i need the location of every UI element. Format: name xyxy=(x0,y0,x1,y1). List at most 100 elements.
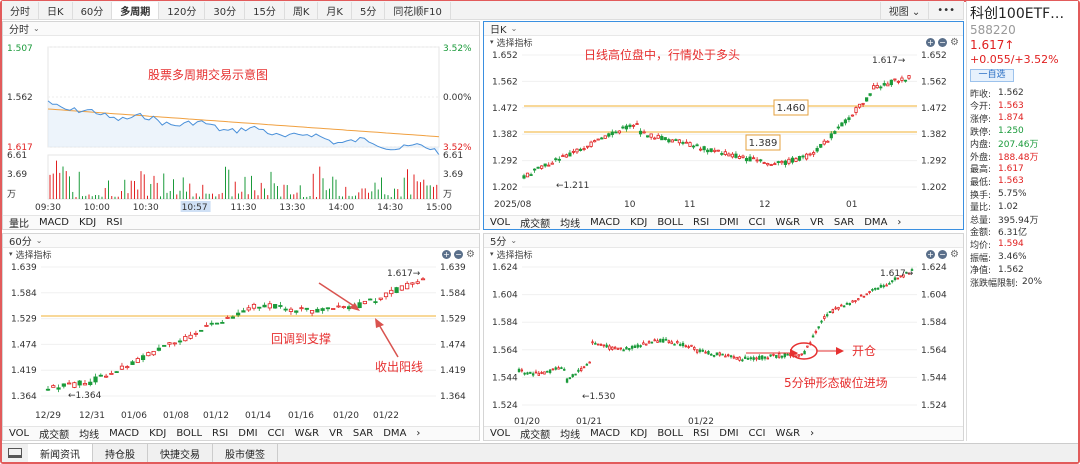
indicator-tab-5[interactable]: BOLL xyxy=(652,217,688,228)
candle-body xyxy=(578,148,583,151)
indicator-tab-10[interactable]: VR xyxy=(805,217,829,228)
indicator-tab-0[interactable]: 量比 xyxy=(3,215,34,229)
indicator-tab-11[interactable]: SAR xyxy=(348,428,378,439)
indicator-tab-8[interactable]: CCI xyxy=(744,428,771,439)
add-watchlist-button[interactable]: 一自选 xyxy=(970,69,1014,82)
indicator-tab-4[interactable]: KDJ xyxy=(625,428,652,439)
chevron-down-icon[interactable]: ⌄ xyxy=(36,236,43,245)
indicator-tab-6[interactable]: RSI xyxy=(688,428,714,439)
indicator-tab-4[interactable]: KDJ xyxy=(625,217,652,228)
minus-icon[interactable]: − xyxy=(454,250,463,259)
x-tick: 01 xyxy=(846,200,857,210)
candle-body xyxy=(394,287,399,293)
indicator-selector[interactable]: ▾ 选择指标 xyxy=(3,248,479,261)
candle-body xyxy=(790,157,795,163)
period-tab-7[interactable]: 周K xyxy=(285,1,319,19)
candle-body xyxy=(724,355,727,358)
indicator-selector[interactable]: ▾ 选择指标 xyxy=(484,248,963,261)
indicator-tab-4[interactable]: KDJ xyxy=(144,428,171,439)
bottom-tab-1[interactable]: 持仓股 xyxy=(93,444,148,462)
indicator-tab-9[interactable]: W&R xyxy=(770,428,805,439)
pointer-arrow xyxy=(377,322,399,358)
daily-kline-chart[interactable]: 1.652 1.652 1.562 1.562 1.472 1.472 1.382 1.382… xyxy=(484,49,964,217)
minus-icon[interactable]: − xyxy=(938,38,947,47)
indicator-tab-9[interactable]: W&R xyxy=(289,428,324,439)
period-tab-8[interactable]: 月K xyxy=(318,1,352,19)
60min-kline-chart[interactable]: 1.639 1.639 1.584 1.584 1.529 1.529 1.474 1.474… xyxy=(3,261,480,428)
period-tab-0[interactable]: 分时 xyxy=(2,1,39,19)
chevron-down-icon[interactable]: ⌄ xyxy=(511,24,518,33)
gear-icon[interactable]: ⚙ xyxy=(950,250,959,260)
indicator-tab-10[interactable]: VR xyxy=(324,428,348,439)
minute-chart[interactable]: 1.507 3.52%1.562 0.00%1.617 3.52%股票多周期交易示意图… xyxy=(3,37,480,217)
indicator-selector[interactable]: ▾ 选择指标 xyxy=(484,36,963,49)
candle-body xyxy=(842,305,846,308)
candle-body xyxy=(743,356,747,359)
indicator-tab-1[interactable]: 成交额 xyxy=(515,215,555,229)
indicator-tab-13[interactable]: › xyxy=(892,217,906,228)
period-tab-5[interactable]: 30分 xyxy=(205,1,246,19)
indicator-tab-2[interactable]: 均线 xyxy=(555,215,585,229)
indicator-tab-7[interactable]: DMI xyxy=(714,428,743,439)
indicator-tab-0[interactable]: VOL xyxy=(484,217,515,228)
indicator-tab-2[interactable]: 均线 xyxy=(555,426,585,440)
candle-body xyxy=(801,155,805,158)
indicator-tab-6[interactable]: RSI xyxy=(688,217,714,228)
indicator-tab-9[interactable]: W&R xyxy=(770,217,805,228)
view-menu-button[interactable]: 视图 ⌄ xyxy=(879,1,930,19)
candle-body xyxy=(794,158,798,162)
gear-icon[interactable]: ⚙ xyxy=(950,38,959,48)
indicator-tab-3[interactable]: MACD xyxy=(585,428,625,439)
indicator-tab-8[interactable]: CCI xyxy=(263,428,290,439)
minus-icon[interactable]: − xyxy=(938,250,947,259)
indicator-tab-2[interactable]: 均线 xyxy=(74,426,104,440)
plus-icon[interactable]: + xyxy=(926,38,935,47)
candle-body xyxy=(257,306,262,309)
period-tab-3[interactable]: 多周期 xyxy=(112,1,160,19)
chevron-down-icon[interactable]: ⌄ xyxy=(33,24,40,33)
candle-body xyxy=(589,141,593,147)
plus-icon[interactable]: + xyxy=(926,250,935,259)
indicator-tab-1[interactable]: 成交额 xyxy=(34,426,74,440)
period-tab-6[interactable]: 15分 xyxy=(245,1,285,19)
indicator-tab-7[interactable]: DMI xyxy=(233,428,262,439)
indicator-tab-13[interactable]: › xyxy=(411,428,425,439)
5min-kline-chart[interactable]: 1.624 1.624 1.604 1.604 1.584 1.584 1.564 1.564… xyxy=(484,261,964,428)
quote-value: 395.94万 xyxy=(998,215,1039,226)
period-tab-2[interactable]: 60分 xyxy=(73,1,113,19)
daily-panel-header: 日K ⌄ xyxy=(484,22,963,36)
plus-icon[interactable]: + xyxy=(442,250,451,259)
period-tab-10[interactable]: 同花顺F10 xyxy=(385,1,451,19)
more-icon[interactable]: ••• xyxy=(929,1,964,19)
indicator-tab-3[interactable]: RSI xyxy=(101,217,127,228)
indicator-tab-12[interactable]: DMA xyxy=(378,428,411,439)
indicator-tab-8[interactable]: CCI xyxy=(744,217,771,228)
period-tab-4[interactable]: 120分 xyxy=(159,1,206,19)
indicator-tab-12[interactable]: DMA xyxy=(859,217,892,228)
chevron-down-icon[interactable]: ⌄ xyxy=(510,236,517,245)
indicator-tab-10[interactable]: › xyxy=(805,428,819,439)
indicator-tab-7[interactable]: DMI xyxy=(714,217,743,228)
indicator-tab-0[interactable]: VOL xyxy=(484,428,515,439)
bottom-tab-2[interactable]: 快捷交易 xyxy=(148,444,213,462)
candle-body xyxy=(563,368,566,371)
indicator-tab-6[interactable]: RSI xyxy=(207,428,233,439)
5min-chart-panel: 5分 ⌄ ▾ 选择指标 + − ⚙ 1.624 1.624 1.604 1.604 1.584 1… xyxy=(483,233,964,441)
indicator-tab-0[interactable]: VOL xyxy=(3,428,34,439)
period-tab-9[interactable]: 5分 xyxy=(352,1,386,19)
indicator-tab-1[interactable]: 成交额 xyxy=(515,426,555,440)
indicator-tab-5[interactable]: BOLL xyxy=(652,428,688,439)
indicator-tab-11[interactable]: SAR xyxy=(829,217,859,228)
candle-body xyxy=(893,78,897,81)
gear-icon[interactable]: ⚙ xyxy=(466,250,475,260)
indicator-tab-2[interactable]: KDJ xyxy=(74,217,101,228)
indicator-tab-1[interactable]: MACD xyxy=(34,217,74,228)
indicator-tab-3[interactable]: MACD xyxy=(585,217,625,228)
candle-body xyxy=(886,83,890,87)
panel-toggle-icon[interactable] xyxy=(8,448,22,458)
period-tab-1[interactable]: 日K xyxy=(39,1,73,19)
bottom-tab-3[interactable]: 股市便签 xyxy=(213,444,278,462)
indicator-tab-3[interactable]: MACD xyxy=(104,428,144,439)
indicator-tab-5[interactable]: BOLL xyxy=(171,428,207,439)
bottom-tab-0[interactable]: 新闻资讯 xyxy=(28,444,93,462)
